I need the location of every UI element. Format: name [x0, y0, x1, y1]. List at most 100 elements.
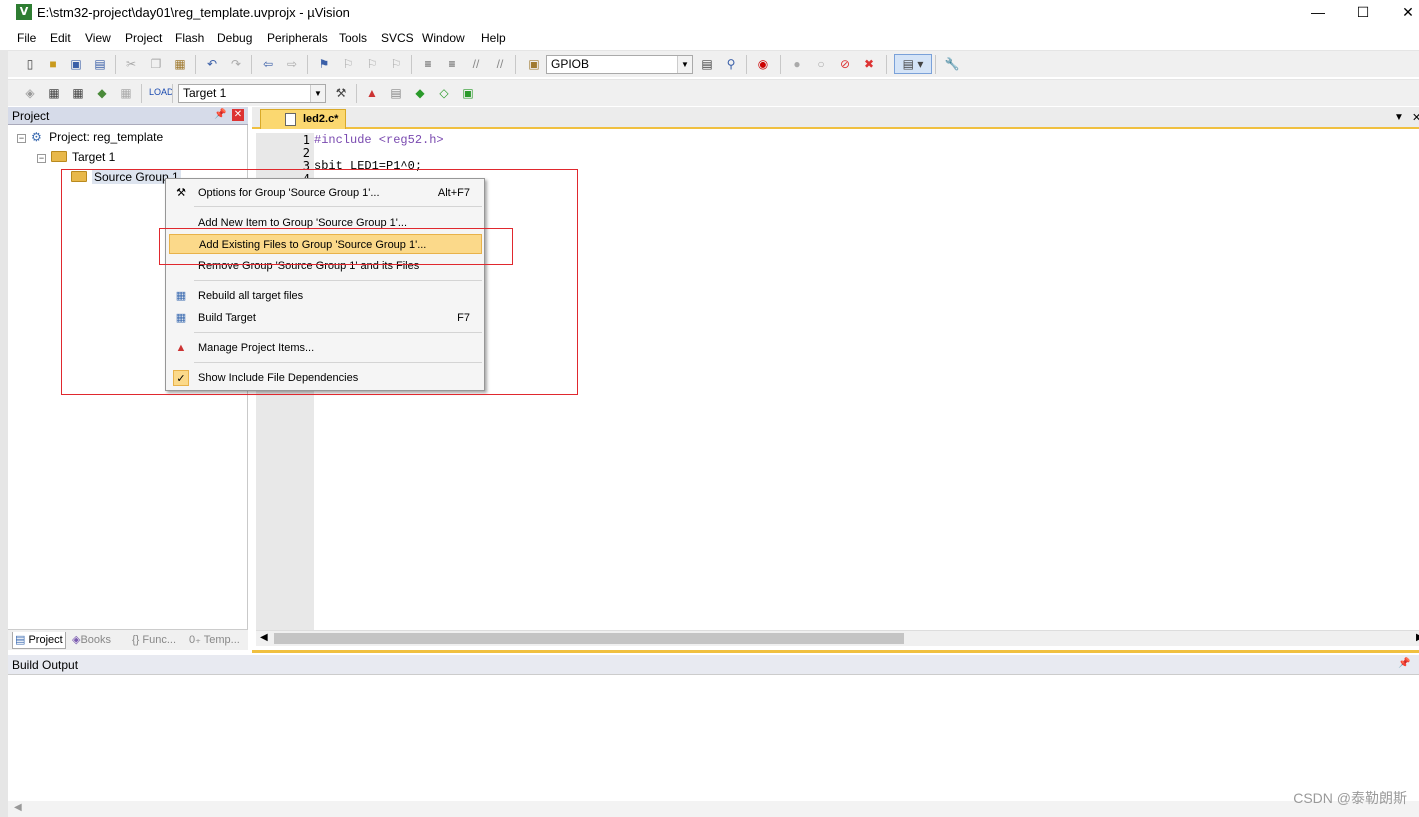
line-number: 2: [302, 146, 310, 160]
new-file-icon[interactable]: ▯: [21, 55, 39, 73]
comment-icon[interactable]: //: [467, 55, 485, 73]
window-layout-icon[interactable]: ▤ ▾: [894, 54, 932, 74]
pack-installer-icon[interactable]: ◆: [411, 84, 429, 102]
main-toolbar: ▯ ■ ▣ ▤ ✂ ❐ ▦ ↶ ↷ ⇦ ⇨ ⚑ ⚐ ⚐ ⚐ ≡ ≡ // // …: [8, 50, 1419, 77]
rte-icon[interactable]: ▣: [459, 84, 477, 102]
stop-build-icon[interactable]: ▦: [117, 84, 135, 102]
tree-item-project[interactable]: ⚙ Project: reg_template: [31, 128, 163, 146]
editor-horizontal-scrollbar[interactable]: ◀ ▶: [256, 630, 1419, 646]
annotation-box-outer: [61, 169, 578, 395]
bookmark-icon[interactable]: ⚑: [315, 55, 333, 73]
copy-icon[interactable]: ❐: [147, 55, 165, 73]
breakpoint-icon[interactable]: ●: [788, 55, 806, 73]
code-line[interactable]: #include <reg52.h>: [314, 133, 444, 147]
window-title: E:\stm32-project\day01\reg_template.uvpr…: [37, 5, 350, 20]
tab-project-label: Project: [28, 634, 63, 646]
menu-window[interactable]: Window: [422, 31, 465, 45]
unindent-icon[interactable]: ≡: [443, 55, 461, 73]
tree-item-target-label: Target 1: [72, 150, 116, 164]
menu-view[interactable]: View: [85, 31, 111, 45]
find-in-files-icon[interactable]: ▣: [525, 55, 543, 73]
chevron-down-icon[interactable]: ▼: [677, 56, 692, 73]
nav-back-icon[interactable]: ⇦: [259, 55, 277, 73]
tree-item-target[interactable]: Target 1: [51, 148, 115, 166]
run-time-env-icon[interactable]: ◇: [435, 84, 453, 102]
annotation-box-highlight: [159, 228, 513, 265]
open-folder-icon[interactable]: ■: [44, 55, 62, 73]
menu-tools[interactable]: Tools: [339, 31, 367, 45]
pin-icon[interactable]: 📌: [1398, 658, 1410, 669]
download-icon[interactable]: LOAD: [149, 83, 174, 101]
nav-forward-icon[interactable]: ⇨: [283, 55, 301, 73]
redo-icon[interactable]: ↷: [227, 55, 245, 73]
menu-debug[interactable]: Debug: [217, 31, 252, 45]
batch-build-icon[interactable]: ◆: [93, 84, 111, 102]
cut-icon[interactable]: ✂: [122, 55, 140, 73]
menu-peripherals[interactable]: Peripherals: [267, 31, 328, 45]
chevron-down-icon[interactable]: ▼: [1394, 112, 1404, 123]
save-all-icon[interactable]: ▤: [91, 55, 109, 73]
menu-project[interactable]: Project: [125, 31, 162, 45]
folder-icon: [51, 151, 67, 162]
close-button[interactable]: ✕: [1385, 0, 1419, 26]
uncomment-icon[interactable]: //: [491, 55, 509, 73]
menu-file[interactable]: File: [17, 31, 36, 45]
indent-icon[interactable]: ≡: [419, 55, 437, 73]
disable-all-breakpoints-icon[interactable]: ⊘: [836, 55, 854, 73]
menu-svcs[interactable]: SVCS: [381, 31, 414, 45]
save-icon[interactable]: ▣: [67, 55, 85, 73]
prev-bookmark-icon[interactable]: ⚐: [339, 55, 357, 73]
build-toolbar: ◈ ▦ ▦ ◆ ▦ LOAD Target 1 ▼ ⚒ ▲ ▤ ◆ ◇ ▣: [8, 79, 1419, 106]
pin-icon[interactable]: 📌: [214, 109, 226, 120]
incremental-find-icon[interactable]: ⚲: [722, 55, 740, 73]
find-icon[interactable]: ▤: [698, 55, 716, 73]
watermark: CSDN @泰勒朗斯: [1293, 790, 1407, 806]
collapse-icon[interactable]: −: [17, 134, 26, 143]
tab-project[interactable]: ▤ Project: [12, 632, 66, 649]
menu-bar: File Edit View Project Flash Debug Perip…: [0, 29, 1419, 49]
find-combo-value: GPIOB: [551, 57, 590, 71]
target-combo[interactable]: Target 1 ▼: [178, 84, 326, 103]
find-combo[interactable]: GPIOB ▼: [546, 55, 693, 74]
menu-flash[interactable]: Flash: [175, 31, 204, 45]
tab-functions[interactable]: {} Func...: [132, 632, 176, 649]
kill-breakpoints-icon[interactable]: ✖: [860, 55, 878, 73]
minimize-button[interactable]: —: [1295, 0, 1341, 26]
disable-breakpoint-icon[interactable]: ○: [812, 55, 830, 73]
translate-icon[interactable]: ◈: [21, 84, 39, 102]
menu-help[interactable]: Help: [481, 31, 506, 45]
menu-edit[interactable]: Edit: [50, 31, 71, 45]
select-packs-icon[interactable]: ▤: [387, 84, 405, 102]
build-icon[interactable]: ▦: [45, 84, 63, 102]
project-icon: ⚙: [31, 130, 42, 144]
window-left-edge: [0, 50, 8, 817]
tree-item-project-label: Project: reg_template: [49, 130, 164, 144]
build-output-scrollbar[interactable]: ◀: [8, 801, 1419, 817]
undo-icon[interactable]: ↶: [203, 55, 221, 73]
build-output-panel: Build Output 📌 ◀: [8, 655, 1419, 817]
tab-books[interactable]: ◈Books: [72, 632, 111, 649]
close-icon[interactable]: ✕: [232, 109, 244, 121]
clear-bookmarks-icon[interactable]: ⚐: [387, 55, 405, 73]
collapse-icon[interactable]: −: [37, 154, 46, 163]
chevron-down-icon[interactable]: ▼: [310, 85, 325, 102]
close-icon[interactable]: ✕: [1412, 111, 1419, 124]
maximize-button[interactable]: ☐: [1340, 0, 1386, 26]
tab-templates[interactable]: 0₊ Temp...: [189, 632, 240, 649]
target-options-icon[interactable]: ⚒: [332, 84, 350, 102]
next-bookmark-icon[interactable]: ⚐: [363, 55, 381, 73]
scroll-left-icon[interactable]: ◀: [260, 632, 268, 643]
uvision-app-icon: V: [16, 4, 32, 20]
line-number: 1: [302, 133, 310, 147]
tab-led2-c-label: led2.c*: [303, 113, 339, 125]
paste-icon[interactable]: ▦: [171, 55, 189, 73]
project-panel-title: Project: [12, 109, 50, 123]
configure-icon[interactable]: 🔧: [943, 55, 961, 73]
scrollbar-thumb[interactable]: [274, 633, 904, 644]
rebuild-icon[interactable]: ▦: [69, 84, 87, 102]
tab-led2-c[interactable]: led2.c*: [260, 109, 346, 129]
debug-session-icon[interactable]: ◉: [754, 55, 772, 73]
editor-tab-bar: led2.c* ▼ ✕: [252, 107, 1419, 129]
scroll-left-icon[interactable]: ◀: [14, 802, 22, 813]
manage-project-items-icon[interactable]: ▲: [363, 84, 381, 102]
